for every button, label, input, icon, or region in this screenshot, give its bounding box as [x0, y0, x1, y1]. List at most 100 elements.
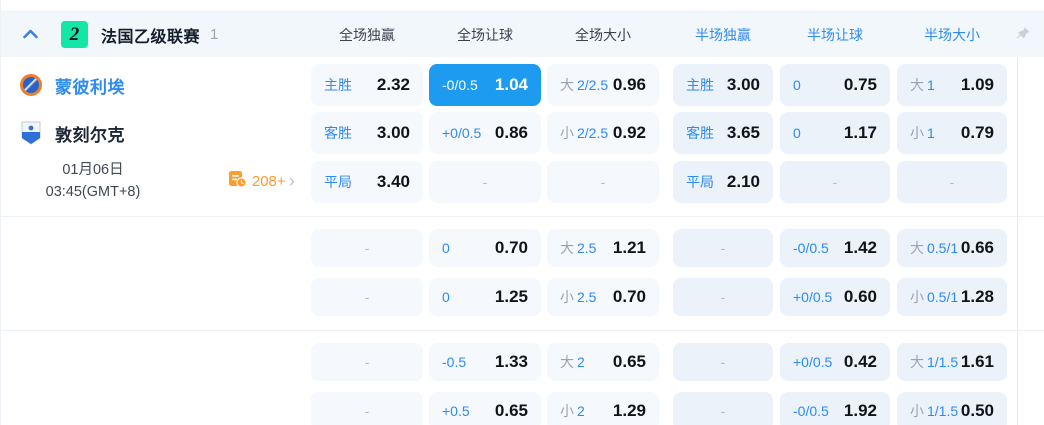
league-match-count: 1	[210, 26, 219, 43]
league-header-left: 2 法国乙级联赛 1	[1, 21, 311, 48]
odds-label: 客胜	[686, 125, 714, 141]
collapse-league-button[interactable]	[19, 24, 41, 46]
odds-cell[interactable]: 小 1/1.5 0.50	[897, 391, 1007, 425]
odds-value: 0.96	[612, 75, 646, 94]
odds-value: 0.70	[494, 237, 528, 257]
odds-cell[interactable]: 大 0.5/1 0.66	[897, 228, 1007, 267]
odds-value: 3.00	[376, 123, 410, 142]
odds-value: 0.66	[960, 237, 994, 257]
odds-cell[interactable]: -0/0.5 1.42	[780, 228, 890, 267]
odds-label: 0	[793, 125, 801, 141]
over-under-line: 2/2.5	[577, 125, 609, 141]
pin-icon[interactable]	[1015, 26, 1031, 42]
over-under-line: 2	[577, 353, 585, 370]
odds-line-label: 小1	[910, 123, 935, 143]
odds-cell[interactable]: +0/0.5 0.42	[780, 342, 890, 381]
odds-line-label: 小 2/2.5	[560, 123, 608, 143]
more-markets-link[interactable]: 208+ ›	[228, 170, 295, 193]
over-under-side: 小	[910, 288, 924, 305]
odds-label: -0/0.5	[793, 239, 829, 256]
odds-cell[interactable]: 平局 3.40	[311, 160, 423, 203]
odds-label: -0/0.5	[442, 77, 478, 93]
odds-cell[interactable]: 小 2/2.5 0.92	[547, 112, 659, 154]
odds-cell-empty: -	[673, 391, 773, 425]
odds-cell[interactable]: 小 2.5 0.70	[547, 277, 659, 316]
odds-cell[interactable]: 主胜 3.00	[673, 64, 773, 106]
odds-cell[interactable]: 0 0.75	[780, 64, 890, 106]
odds-cell-empty: -	[673, 342, 773, 381]
odds-cell[interactable]: 客胜 3.00	[311, 112, 423, 154]
empty-odds-dash: -	[364, 288, 370, 305]
odds-row: - -0.5 1.33 大 2 0.65- +0/0.5 0.42 大 1/1.5 1.61	[1, 341, 1044, 383]
odds-line-label: 大 1/1.5	[910, 352, 958, 372]
chevron-up-icon	[22, 27, 38, 42]
league-header: 2 法国乙级联赛 1 全场独赢 全场让球 全场大小 半场独赢 半场让球 半场大小	[1, 12, 1044, 57]
secondary-odds-group-1: -0 0.70 大 2.5 1.21- -0/0.5 1.42 大 0.5/1 0.66 -0 1.…	[1, 215, 1044, 330]
odds-cell[interactable]: +0.5 0.65	[429, 391, 541, 425]
odds-cell[interactable]: 0 0.70	[429, 228, 541, 267]
odds-cell[interactable]: 主胜 2.32	[311, 64, 423, 106]
odds-cell[interactable]: 大 2.5 1.21	[547, 228, 659, 267]
odds-line-label: 小2	[560, 401, 585, 421]
chevron-right-icon: ›	[288, 171, 295, 193]
over-under-line: 2.5	[577, 239, 597, 256]
empty-odds-dash: -	[720, 402, 726, 419]
odds-value: 0.60	[843, 286, 877, 306]
draw-odds-cells: 平局 3.40 - - 平局 2.10 - -	[311, 160, 1007, 203]
odds-cell[interactable]: 0 1.17	[780, 112, 890, 154]
odds-value: 2.10	[726, 171, 760, 191]
odds-value: 0.65	[494, 400, 528, 420]
odds-cell-empty: -	[780, 160, 890, 203]
odds-cell[interactable]: +0/0.5 0.86	[429, 112, 541, 154]
odds-label: -0/0.5	[793, 402, 829, 419]
odds-cell[interactable]: 0 1.25	[429, 277, 541, 316]
odds-cell[interactable]: 小 2 1.29	[547, 391, 659, 425]
column-header-fulltime-1x2: 全场独赢	[339, 26, 395, 43]
odds-value: 0.75	[843, 75, 877, 94]
odds-value: 2.32	[376, 75, 410, 94]
odds-line-label: 大1	[910, 75, 935, 95]
odds-cell[interactable]: -0.5 1.33	[429, 342, 541, 381]
home-team-name: 蒙彼利埃	[55, 77, 125, 97]
league-title: 法国乙级联赛	[101, 28, 201, 46]
odds-cell[interactable]: 小 0.5/1 1.28	[897, 277, 1007, 316]
odds-cell[interactable]: -0/0.5 1.04	[429, 64, 541, 106]
odds-widget: 2 法国乙级联赛 1 全场独赢 全场让球 全场大小 半场独赢 半场让球 半场大小…	[0, 0, 1044, 425]
odds-label: 0	[442, 239, 450, 256]
odds-value: 0.70	[612, 286, 646, 306]
odds-value: 0.65	[612, 351, 646, 371]
more-markets-count: 208+	[251, 173, 286, 191]
home-team-row: 蒙彼利埃 主胜 2.32 -0/0.5 1.04 大 2/2.5 0.96 主胜 3.00 0 0.…	[1, 64, 1044, 106]
odds-cell[interactable]: 大 2 0.65	[547, 342, 659, 381]
odds-cell[interactable]: 平局 2.10	[673, 160, 773, 203]
over-under-side: 大	[560, 353, 574, 370]
odds-cell[interactable]: 大 1 1.09	[897, 64, 1007, 106]
odds-label: 0	[442, 288, 450, 305]
odds-value: 1.25	[494, 286, 528, 306]
odds-cell[interactable]: 大 2/2.5 0.96	[547, 64, 659, 106]
over-under-line: 1	[927, 125, 935, 141]
odds-cell[interactable]: 大 1/1.5 1.61	[897, 342, 1007, 381]
empty-odds-dash: -	[364, 239, 370, 256]
odds-value: 1.92	[843, 400, 877, 420]
odds-cell[interactable]: +0/0.5 0.60	[780, 277, 890, 316]
odds-label: 0	[793, 77, 801, 93]
odds-cell[interactable]: 小 1 0.79	[897, 112, 1007, 154]
top-strip	[1, 0, 1044, 12]
odds-cell[interactable]: -0/0.5 1.92	[780, 391, 890, 425]
odds-line-label: 大2	[560, 352, 585, 372]
empty-odds-dash: -	[364, 353, 370, 370]
column-header-halftime-overunder: 半场大小	[924, 26, 980, 43]
over-under-side: 小	[560, 125, 574, 141]
markets-doc-clock-icon	[228, 170, 247, 193]
odds-cell[interactable]: 客胜 3.65	[673, 112, 773, 154]
odds-label: 平局	[324, 173, 352, 190]
match-info: 01月06日 03:45(GMT+8) 208+ ›	[1, 160, 311, 204]
over-under-side: 大	[560, 239, 574, 256]
odds-cell-empty: -	[429, 160, 541, 203]
over-under-line: 1/1.5	[927, 353, 959, 370]
empty-odds-dash: -	[482, 173, 488, 190]
odds-value: 1.61	[960, 351, 994, 371]
odds-label: 客胜	[324, 125, 352, 141]
odds-value: 1.04	[494, 75, 528, 94]
